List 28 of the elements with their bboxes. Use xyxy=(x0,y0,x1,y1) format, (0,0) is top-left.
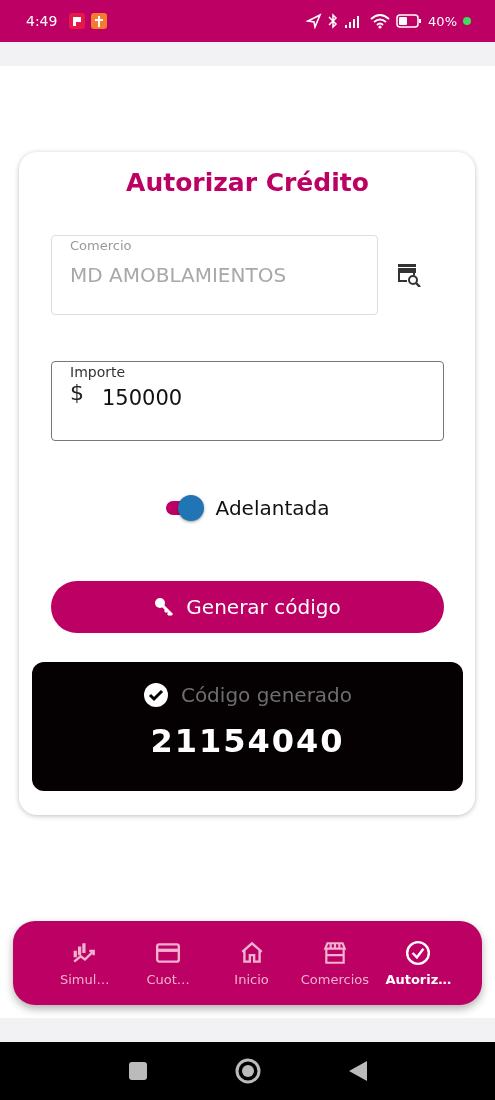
nav-tab[interactable]: Autoriz… xyxy=(376,921,461,1005)
app-icon xyxy=(69,13,86,29)
check-circle-icon xyxy=(142,682,169,708)
check-circle-icon xyxy=(405,939,432,966)
store-icon xyxy=(321,939,348,966)
nav-tab[interactable]: Cuot… xyxy=(126,921,210,1005)
battery-icon xyxy=(396,14,423,28)
generate-code-button[interactable]: Generar código xyxy=(51,581,444,633)
location-icon xyxy=(306,13,323,29)
status-dot xyxy=(463,17,471,25)
key-icon xyxy=(154,597,175,617)
home-button[interactable] xyxy=(234,1058,261,1084)
bluetooth-icon xyxy=(328,13,339,29)
battery-percent: 40% xyxy=(428,13,457,29)
clock: 4:49 xyxy=(26,13,58,29)
result-label: Código generado xyxy=(180,683,353,707)
toggle-switch[interactable] xyxy=(165,495,204,521)
app-icon xyxy=(91,13,108,29)
recents-button[interactable] xyxy=(128,1062,147,1080)
nav-tab[interactable]: Simul… xyxy=(43,921,127,1005)
wifi-icon xyxy=(370,13,391,29)
page-title: Autorizar Crédito xyxy=(126,168,369,197)
back-button[interactable] xyxy=(348,1061,367,1081)
toggle-label: Adelantada xyxy=(215,496,330,520)
nav-tab[interactable]: Comercios xyxy=(293,921,377,1005)
nav-tab[interactable]: Inicio xyxy=(209,921,294,1005)
importe-field[interactable]: Importe $ 150000 xyxy=(51,361,444,441)
generated-code: 21154040 xyxy=(150,722,345,760)
